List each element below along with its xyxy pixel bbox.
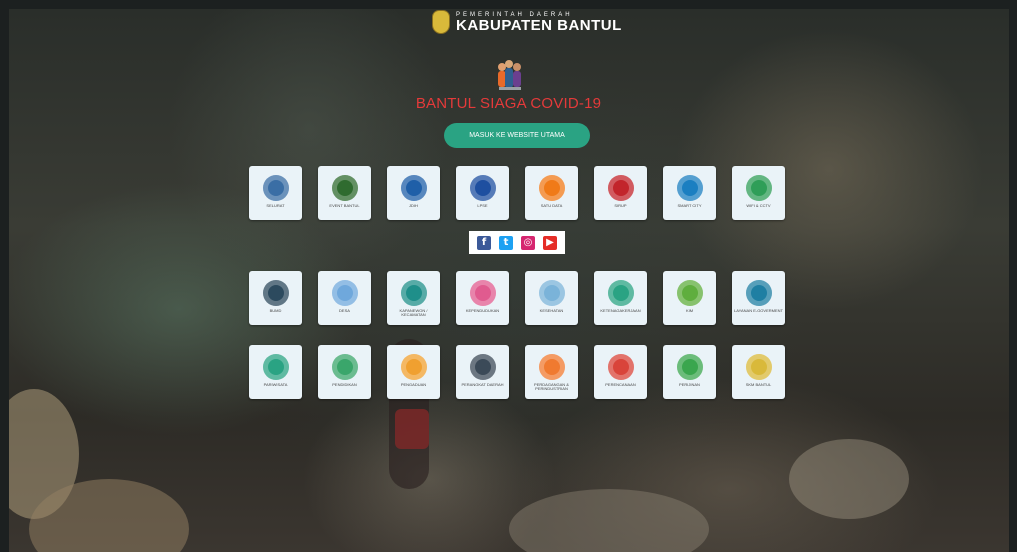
kependudukan-icon <box>469 280 496 306</box>
tile-label: LAYANAN E-GOVERMENT <box>734 308 783 313</box>
tile-label: PENDIDIKAN <box>332 382 357 387</box>
tile-bantul-events[interactable]: EVENT BANTUL <box>318 166 371 220</box>
tile-perijinan[interactable]: PERIJINAN <box>663 345 716 399</box>
perencanaan-icon <box>607 354 634 380</box>
tile-label: SKM BANTUL <box>745 382 772 387</box>
tile-label: SIRUP <box>614 203 627 208</box>
e-government-icon <box>745 280 772 306</box>
tile-label: KIM <box>685 308 694 313</box>
skm-bantul-icon <box>745 354 772 380</box>
tile-satu-data[interactable]: SATU DATA <box>525 166 578 220</box>
tile-pariwisata[interactable]: PARIWISATA <box>249 345 302 399</box>
tile-label: PERENCANAAN <box>605 382 636 387</box>
jdih-globe-icon <box>400 175 427 201</box>
tile-label: PERIJINAN <box>679 382 700 387</box>
tile-perdagangan[interactable]: PERDAGANGAN & PERINDUSTRIAN <box>525 345 578 399</box>
tile-skm-bantul[interactable]: SKM BANTUL <box>732 345 785 399</box>
tile-bumd[interactable]: BUMD <box>249 271 302 325</box>
pariwisata-icon <box>262 354 289 380</box>
kesehatan-icon <box>538 280 565 306</box>
pendidikan-icon <box>331 354 358 380</box>
tile-sirup[interactable]: SIRUP <box>594 166 647 220</box>
perijinan-icon <box>676 354 703 380</box>
perdagangan-icon <box>538 354 565 380</box>
tile-label: SMART CITY <box>677 203 702 208</box>
facebook-icon[interactable]: f <box>477 235 491 250</box>
perangkat-daerah-icon <box>469 354 496 380</box>
tile-perangkat-daerah[interactable]: PERANGKAT DAERAH <box>456 345 509 399</box>
bumd-icon <box>262 280 289 306</box>
tile-label: KEPENDUDUKAN <box>465 308 500 313</box>
tile-label: SELURAT <box>266 203 285 208</box>
tile-ketenagakerjaan[interactable]: KETENAGAKERJAAN <box>594 271 647 325</box>
tile-label: KESEHATAN <box>539 308 564 313</box>
twitter-icon[interactable]: t <box>499 235 513 250</box>
youtube-icon[interactable]: ▶ <box>543 235 557 250</box>
tile-label: LPSE <box>477 203 488 208</box>
tile-kesehatan[interactable]: KESEHATAN <box>525 271 578 325</box>
selurat-icon <box>262 175 289 201</box>
tile-label: EVENT BANTUL <box>329 203 360 208</box>
tile-label: BUMD <box>269 308 282 313</box>
logo-title: KABUPATEN BANTUL <box>456 16 622 34</box>
tile-label: DESA <box>339 308 350 313</box>
tile-label: PENGADUAN <box>400 382 427 387</box>
wifi-cctv-icon <box>745 175 772 201</box>
tile-desa[interactable]: DESA <box>318 271 371 325</box>
tile-jdih-globe[interactable]: JDIH <box>387 166 440 220</box>
bantul-events-icon <box>331 175 358 201</box>
tile-kapanewon[interactable]: KAPANEWON / KECAMATAN <box>387 271 440 325</box>
kabupaten-bantul-logo[interactable]: PEMERINTAH DAERAH KABUPATEN BANTUL <box>432 10 622 34</box>
lpse-icon <box>469 175 496 201</box>
instagram-icon[interactable]: ◎ <box>521 235 535 250</box>
tile-pendidikan[interactable]: PENDIDIKAN <box>318 345 371 399</box>
tile-perencanaan[interactable]: PERENCANAAN <box>594 345 647 399</box>
main-website-button[interactable]: MASUK KE WEBSITE UTAMA <box>444 123 590 148</box>
tile-kependudukan[interactable]: KEPENDUDUKAN <box>456 271 509 325</box>
tile-pengaduan[interactable]: PENGADUAN <box>387 345 440 399</box>
tile-selurat[interactable]: SELURAT <box>249 166 302 220</box>
pengaduan-icon <box>400 354 427 380</box>
tile-label: KAPANEWON / KECAMATAN <box>399 308 428 318</box>
tile-lpse[interactable]: LPSE <box>456 166 509 220</box>
sirup-icon <box>607 175 634 201</box>
kim-icon <box>676 280 703 306</box>
ketenagakerjaan-icon <box>607 280 634 306</box>
covid-title: BANTUL SIAGA COVID-19 <box>415 95 602 112</box>
smart-city-icon <box>676 175 703 201</box>
covid-people-icon <box>498 60 521 90</box>
tile-smart-city[interactable]: SMART CITY <box>663 166 716 220</box>
tile-label: PERDAGANGAN & PERINDUSTRIAN <box>534 382 569 392</box>
tile-label: WIFI & CCTV <box>746 203 771 208</box>
tile-e-government[interactable]: LAYANAN E-GOVERMENT <box>732 271 785 325</box>
bantul-seal-icon <box>432 10 450 34</box>
tile-label: SATU DATA <box>540 203 563 208</box>
tile-label: JDIH <box>409 203 418 208</box>
tile-wifi-cctv[interactable]: WIFI & CCTV <box>732 166 785 220</box>
tile-label: PARIWISATA <box>263 382 288 387</box>
tile-label: PERANGKAT DAERAH <box>461 382 504 387</box>
satu-data-icon <box>538 175 565 201</box>
tile-label: KETENAGAKERJAAN <box>600 308 641 313</box>
tile-kim[interactable]: KIM <box>663 271 716 325</box>
social-media-bar: f t ◎ ▶ <box>469 231 565 254</box>
desa-icon <box>331 280 358 306</box>
kapanewon-icon <box>400 280 427 306</box>
